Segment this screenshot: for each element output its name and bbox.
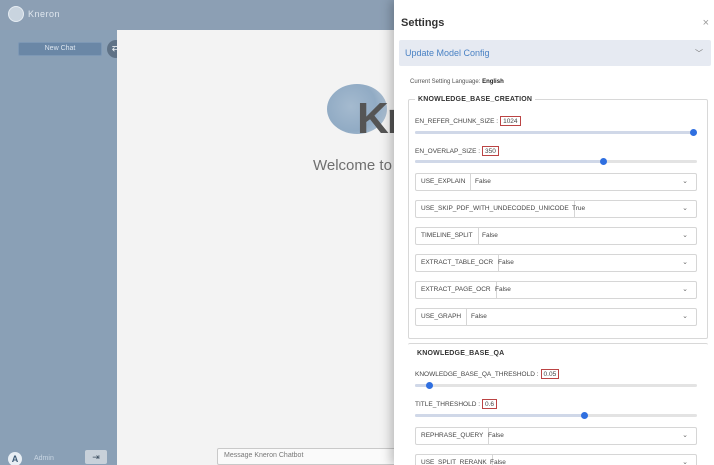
language-value: English — [482, 79, 504, 85]
qa-threshold-row: KNOWLEDGE_BASE_QA_THRESHOLD : 0.05 — [415, 369, 560, 379]
kb-creation-title: KNOWLEDGE_BASE_CREATION — [415, 96, 536, 103]
select-label: USE_SPLIT_RERANK — [416, 455, 493, 465]
chunk-size-slider-thumb[interactable] — [690, 129, 697, 136]
select-value: False — [488, 432, 504, 439]
language-prefix: Current Setting Language: — [410, 79, 483, 85]
title-threshold-row: TITLE_THRESHOLD : 0.6 — [415, 399, 498, 409]
select-label: EXTRACT_TABLE_OCR — [416, 255, 500, 271]
chevron-down-icon: ⌄ — [682, 178, 688, 185]
title-threshold-slider-thumb[interactable] — [580, 412, 588, 419]
chevron-down-icon: ⌄ — [682, 232, 688, 239]
title-threshold-label: TITLE_THRESHOLD : — [415, 400, 481, 408]
select-label: TIMELINE_SPLIT — [416, 228, 479, 244]
user-name: Admin — [34, 455, 54, 462]
kb-qa-title: KNOWLEDGE_BASE_QA — [414, 350, 508, 357]
chevron-down-icon: ⌄ — [682, 313, 688, 320]
qa-threshold-label: KNOWLEDGE_BASE_QA_THRESHOLD : — [415, 370, 539, 378]
avatar[interactable]: A — [8, 452, 22, 465]
select-rephrase-query[interactable]: REPHRASE_QUERY False ⌄ — [415, 427, 697, 445]
qa-threshold-slider[interactable] — [415, 382, 697, 389]
select-use-explain[interactable]: USE_EXPLAIN False ⌄ — [415, 173, 697, 191]
overlap-size-slider[interactable] — [415, 158, 697, 165]
current-language: Current Setting Language: English — [410, 79, 504, 85]
title-threshold-slider-fill — [415, 414, 585, 417]
select-label: USE_EXPLAIN — [416, 174, 472, 190]
overlap-size-slider-fill — [415, 160, 604, 163]
select-value: False — [471, 313, 487, 320]
overlap-size-row: EN_OVERLAP_SIZE : 350 — [415, 146, 499, 156]
select-timeline-split[interactable]: TIMELINE_SPLIT False ⌄ — [415, 227, 697, 245]
chevron-down-icon: ⌄ — [682, 432, 688, 439]
close-icon[interactable]: × — [703, 17, 709, 29]
overlap-size-input[interactable]: 350 — [482, 146, 499, 156]
select-extract-page-ocr[interactable]: EXTRACT_PAGE_OCR False ⌄ — [415, 281, 697, 299]
title-threshold-input[interactable]: 0.6 — [482, 399, 498, 409]
select-value: False — [482, 232, 498, 239]
select-use-graph[interactable]: USE_GRAPH False ⌄ — [415, 308, 697, 326]
brand-name: Kneron — [28, 9, 61, 19]
chunk-size-slider[interactable] — [415, 129, 697, 136]
select-label: USE_SKIP_PDF_WITH_UNDECODED_UNICODE — [416, 201, 575, 217]
select-label: USE_GRAPH — [416, 309, 468, 325]
sidebar-footer: A Admin ⇥ — [0, 450, 117, 465]
select-extract-table-ocr[interactable]: EXTRACT_TABLE_OCR False ⌄ — [415, 254, 697, 272]
chunk-size-slider-fill — [415, 131, 697, 134]
brand: Kneron — [8, 6, 60, 22]
qa-threshold-slider-thumb[interactable] — [425, 382, 433, 389]
model-config-accordion[interactable]: Update Model Config ﹀ — [399, 40, 711, 66]
settings-panel: Settings × Update Model Config ﹀ Current… — [394, 0, 714, 465]
select-value: False — [495, 286, 511, 293]
select-use-split-rerank[interactable]: USE_SPLIT_RERANK False ⌄ — [415, 454, 697, 465]
welcome-text: Welcome to — [313, 157, 392, 174]
chunk-size-row: EN_REFER_CHUNK_SIZE : 1024 — [415, 116, 521, 126]
qa-threshold-input[interactable]: 0.05 — [540, 369, 560, 379]
chevron-down-icon: ﹀ — [695, 49, 703, 58]
model-config-label: Update Model Config — [405, 48, 490, 58]
select-label: EXTRACT_PAGE_OCR — [416, 282, 497, 298]
select-value: False — [498, 259, 514, 266]
sidebar: New Chat ⇄ — [0, 30, 125, 465]
chunk-size-input[interactable]: 1024 — [500, 116, 521, 126]
overlap-size-label: EN_OVERLAP_SIZE : — [415, 147, 481, 155]
select-value: True — [572, 205, 586, 212]
message-input[interactable]: Message Kneron Chatbot — [217, 448, 417, 465]
title-threshold-slider[interactable] — [415, 412, 697, 419]
chunk-size-label: EN_REFER_CHUNK_SIZE : — [415, 117, 499, 125]
kb-creation-section: KNOWLEDGE_BASE_CREATION — [408, 96, 708, 339]
select-value: False — [490, 459, 506, 465]
new-chat-button[interactable]: New Chat — [18, 42, 102, 56]
logout-icon[interactable]: ⇥ — [85, 450, 107, 464]
settings-title: Settings — [401, 17, 445, 29]
chevron-down-icon: ⌄ — [682, 459, 688, 465]
chevron-down-icon: ⌄ — [682, 259, 688, 266]
brand-logo-icon — [8, 6, 24, 22]
chevron-down-icon: ⌄ — [682, 286, 688, 293]
select-skip-pdf-undecoded[interactable]: USE_SKIP_PDF_WITH_UNDECODED_UNICODE True… — [415, 200, 697, 218]
select-label: REPHRASE_QUERY — [416, 428, 490, 444]
select-value: False — [475, 178, 491, 185]
chevron-down-icon: ⌄ — [682, 205, 688, 212]
